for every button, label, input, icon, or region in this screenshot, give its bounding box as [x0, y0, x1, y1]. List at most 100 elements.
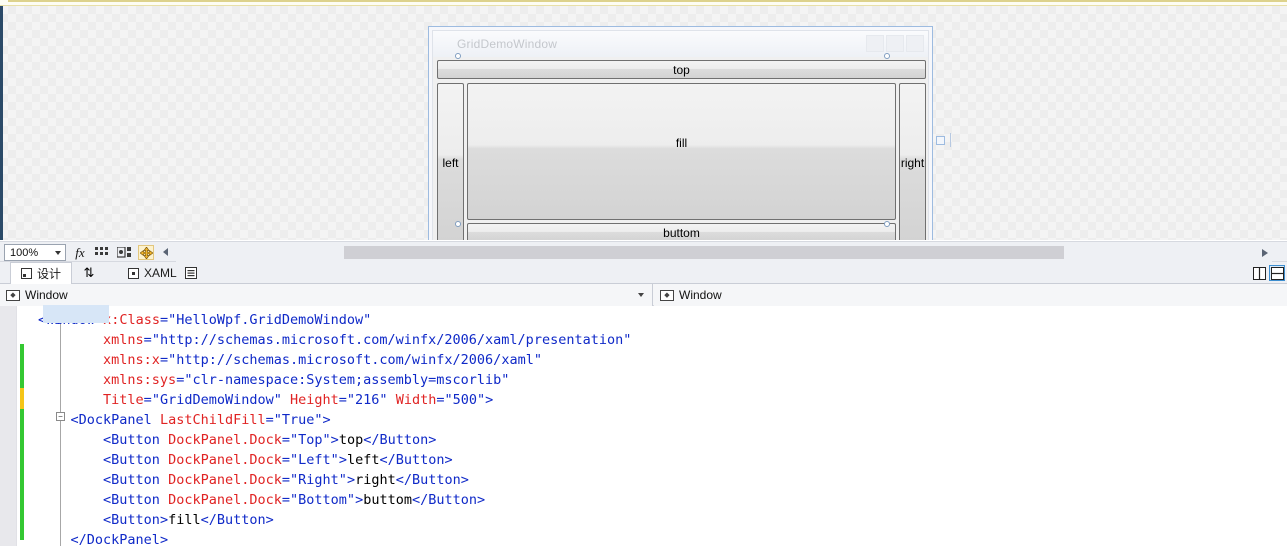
code-token-tag: DockPanel [86, 532, 160, 546]
code-token-punct: < [103, 452, 112, 468]
adorner-handle-top-right[interactable] [884, 53, 890, 59]
code-token-txt: buttom [363, 492, 412, 508]
code-token-punct: </ [200, 512, 217, 528]
design-window-titlebar: GridDemoWindow [433, 31, 928, 57]
code-token-txt: fill [168, 512, 201, 528]
design-button-top[interactable]: top [437, 60, 926, 79]
minimize-button[interactable] [866, 35, 884, 52]
code-token-attr: Width [395, 392, 437, 408]
code-text[interactable]: <Window x:Class="HelloWpf.GridDemoWindow… [38, 310, 1278, 546]
code-token-attr: Height [290, 392, 339, 408]
code-token-punct: = [338, 392, 347, 408]
design-button-fill[interactable]: fill [467, 83, 896, 220]
top-accent-line [8, 0, 1287, 2]
code-line: <Button DockPanel.Dock="Top">top</Button… [38, 430, 1278, 450]
split-horizontal-button[interactable] [1269, 265, 1285, 281]
split-vertical-button[interactable] [1251, 265, 1267, 281]
code-token-tag: Button [379, 432, 429, 448]
xaml-designer-canvas[interactable]: GridDemoWindow top left right buttom fil… [0, 6, 1287, 240]
code-token-punct: > [265, 512, 274, 528]
swap-icon: ⇅ [83, 265, 95, 280]
code-token-attr: DockPanel.Dock [168, 452, 282, 468]
design-window[interactable]: GridDemoWindow top left right buttom fil… [432, 30, 929, 240]
navbar-member-combobox[interactable]: ◆ Window [654, 284, 1287, 306]
code-token-punct: > [322, 412, 331, 428]
xaml-code-editor[interactable]: − − <Window x:Class="HelloWpf.GridDemoWi… [0, 306, 1287, 546]
design-button-right[interactable]: right [899, 83, 926, 240]
xaml-view-icon [128, 267, 139, 279]
code-token-val: "clr-namespace:System;assembly=mscorlib" [184, 372, 510, 388]
code-token-tag: Button [111, 472, 160, 488]
code-token-punct: = [143, 332, 152, 348]
maximize-button[interactable] [886, 35, 904, 52]
adorner-handle-bottom-left[interactable] [455, 221, 461, 227]
swap-panes-button[interactable]: ⇅ [80, 265, 98, 281]
editor-change-bar-unsaved [20, 388, 24, 409]
fx-icon[interactable]: fx [72, 245, 88, 260]
design-button-bottom[interactable]: buttom [467, 223, 896, 240]
code-token-txt: left [346, 452, 380, 468]
toolbar-overflow-icon[interactable] [163, 248, 168, 256]
editor-indicator-margin[interactable] [0, 306, 17, 546]
snapping-icon[interactable] [116, 245, 132, 260]
designer-horizontal-scrollbar[interactable] [176, 243, 1272, 262]
code-token-punct: > [338, 452, 347, 468]
grid-icon[interactable] [93, 245, 109, 260]
code-line: xmlns:x="http://schemas.microsoft.com/wi… [38, 350, 1278, 370]
code-line: <Button DockPanel.Dock="Left">left</Butt… [38, 450, 1278, 470]
code-token-attr: LastChildFill [159, 412, 266, 428]
resize-grip-icon[interactable] [936, 136, 945, 145]
code-line: <Window x:Class="HelloWpf.GridDemoWindow… [38, 310, 1278, 330]
code-token-val: "Left" [290, 452, 339, 468]
navbar-type-combobox[interactable]: ◆ Window [0, 284, 653, 306]
code-token-attr: xmlns:sys [103, 372, 177, 388]
code-token-val: "Top" [290, 432, 331, 448]
code-token-punct: > [355, 492, 364, 508]
design-window-adorner[interactable]: GridDemoWindow top left right buttom fil… [428, 26, 933, 240]
close-button[interactable] [906, 35, 924, 52]
navbar-type-value: Window [25, 288, 68, 302]
design-button-left[interactable]: left [437, 83, 464, 240]
code-token-punct: < [103, 432, 112, 448]
scrollbar-thumb[interactable] [344, 246, 1064, 259]
code-token-punct: = [281, 492, 291, 508]
tab-design-label: 设计 [37, 267, 62, 281]
code-token-punct: = [265, 412, 274, 428]
code-token-tag: Button [111, 432, 160, 448]
editor-change-bar-saved [20, 344, 24, 540]
tab-xaml[interactable]: XAML [118, 262, 187, 284]
tab-xaml-label: XAML [144, 266, 177, 280]
designer-left-edge-accent [0, 6, 3, 240]
code-token-attr: DockPanel.Dock [168, 492, 282, 508]
code-token-attr: xmlns [103, 332, 144, 348]
code-token-txt: top [338, 432, 364, 448]
document-outline-button[interactable] [182, 265, 200, 281]
code-token-punct: > [330, 432, 339, 448]
code-line: <DockPanel LastChildFill="True"> [38, 410, 1278, 430]
adorner-handle-bottom-right[interactable] [884, 221, 890, 227]
adorner-handle-top-left[interactable] [455, 53, 461, 59]
code-token-punct: </ [363, 432, 380, 448]
code-token-val: "GridDemoWindow" [151, 392, 282, 408]
code-line: Title="GridDemoWindow" Height="216" Widt… [38, 390, 1278, 410]
tab-design[interactable]: 设计 [10, 262, 73, 285]
code-token-attr: xmlns:x [103, 352, 160, 368]
design-window-title: GridDemoWindow [457, 37, 558, 51]
code-token-punct: = [159, 352, 169, 368]
zoom-level-value: 100% [10, 246, 39, 259]
designer-toolbar: 100% fx [0, 241, 1287, 262]
alignment-icon[interactable] [138, 245, 154, 260]
zoom-level-combobox[interactable]: 100% [4, 244, 66, 261]
scroll-right-icon[interactable] [1262, 249, 1268, 257]
document-outline-icon [185, 267, 197, 279]
